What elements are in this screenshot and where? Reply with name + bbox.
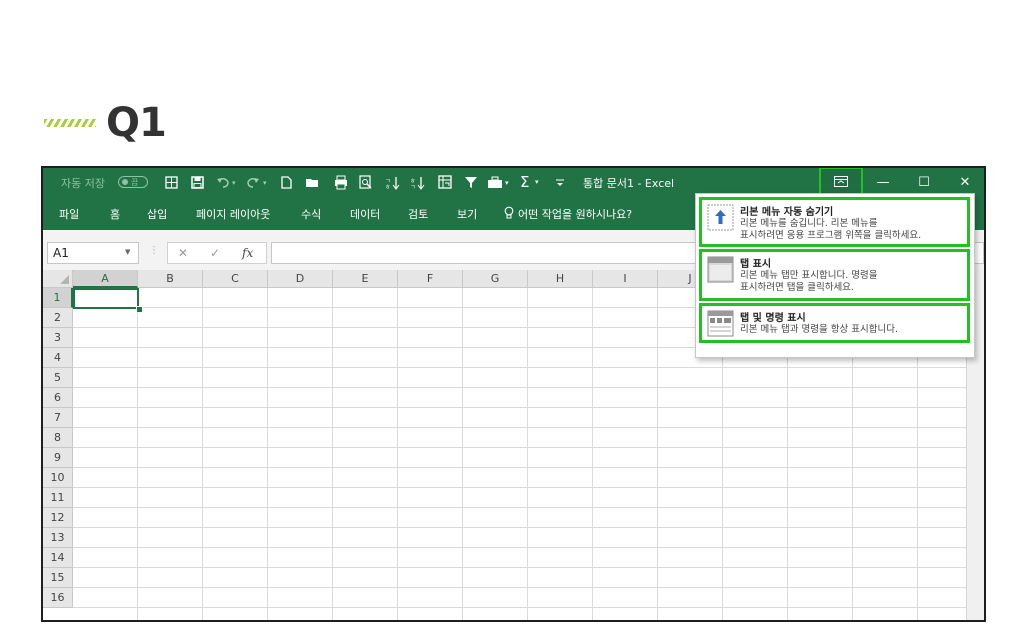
- save-icon[interactable]: [191, 176, 204, 189]
- cancel-icon[interactable]: ✕: [178, 246, 188, 260]
- svg-text:ㅎ: ㅎ: [385, 184, 391, 190]
- redo-icon[interactable]: ▾: [247, 176, 269, 189]
- find-icon[interactable]: [359, 175, 373, 190]
- tab-file[interactable]: 파일: [59, 206, 79, 222]
- select-all-corner[interactable]: [43, 270, 73, 288]
- svg-text:▾: ▾: [535, 178, 539, 186]
- column-header-b[interactable]: B: [138, 270, 203, 288]
- sort-asc-icon[interactable]: ㄱㅎ: [385, 175, 401, 190]
- menu-item-title: 탭 및 명령 표시: [740, 313, 806, 324]
- open-folder-icon[interactable]: [305, 176, 321, 189]
- enter-icon[interactable]: ✓: [210, 246, 220, 260]
- fill-handle[interactable]: [136, 306, 143, 313]
- column-header-a[interactable]: A: [73, 270, 138, 288]
- print-preview-icon[interactable]: [333, 175, 349, 190]
- show-tabs-icon: [707, 256, 734, 283]
- insert-function-icon[interactable]: fx: [242, 246, 253, 260]
- row-header-4[interactable]: 4: [43, 348, 73, 368]
- column-header-i[interactable]: I: [593, 270, 658, 288]
- tab-data[interactable]: 데이터: [350, 206, 380, 222]
- menu-item-title: 리본 메뉴 자동 숨기기: [740, 207, 834, 218]
- row-header-14[interactable]: 14: [43, 548, 73, 568]
- menu-item-show-tabs[interactable]: 탭 표시 리본 메뉴 탭만 표시합니다. 명령을 표시하려면 탭을 클릭하세요.: [699, 249, 970, 301]
- formula-bar-grip: ⋮: [149, 245, 159, 256]
- row-header-13[interactable]: 13: [43, 528, 73, 548]
- question-number: Q1: [106, 100, 167, 146]
- menu-item-description: 리본 메뉴 탭과 명령을 항상 표시합니다.: [740, 324, 898, 335]
- lightbulb-icon: [504, 206, 514, 219]
- column-header-c[interactable]: C: [203, 270, 268, 288]
- menu-item-title: 탭 표시: [740, 259, 772, 270]
- row-header-8[interactable]: 8: [43, 428, 73, 448]
- row-header-9[interactable]: 9: [43, 448, 73, 468]
- sort-desc-icon[interactable]: ㅎㄱ: [410, 175, 426, 190]
- name-box-dropdown-icon[interactable]: ▼: [125, 248, 130, 256]
- svg-text:Σ: Σ: [520, 174, 529, 190]
- document-title: 통합 문서1 - Excel: [583, 176, 675, 190]
- row-header-6[interactable]: 6: [43, 388, 73, 408]
- question-heading: Q1: [44, 100, 167, 146]
- menu-item-show-tabs-and-commands[interactable]: 탭 및 명령 표시 리본 메뉴 탭과 명령을 항상 표시합니다.: [699, 303, 970, 343]
- autosave-state: 끔: [131, 177, 139, 187]
- ribbon-display-options-button[interactable]: [819, 168, 863, 196]
- autosave-toggle[interactable]: 끔: [118, 176, 148, 188]
- filter-icon[interactable]: [464, 175, 478, 190]
- column-header-h[interactable]: H: [528, 270, 593, 288]
- svg-text:ㄱ: ㄱ: [410, 184, 416, 190]
- menu-item-auto-hide-ribbon[interactable]: 리본 메뉴 자동 숨기기 리본 메뉴를 숨깁니다. 리본 메뉴를 표시하려면 응용…: [699, 197, 970, 247]
- svg-text:▾: ▾: [232, 179, 236, 187]
- auto-hide-ribbon-icon: [707, 204, 734, 231]
- active-cell-a1[interactable]: [73, 288, 139, 309]
- svg-text:▾: ▾: [505, 179, 509, 187]
- menu-item-description: 리본 메뉴 탭만 표시합니다. 명령을 표시하려면 탭을 클릭하세요.: [740, 270, 878, 293]
- row-header-3[interactable]: 3: [43, 328, 73, 348]
- column-header-f[interactable]: F: [398, 270, 463, 288]
- customize-qat-icon[interactable]: [555, 177, 565, 188]
- formula-buttons: ✕ ✓ fx: [167, 242, 267, 264]
- tab-home[interactable]: 홈: [110, 206, 120, 222]
- row-header-12[interactable]: 12: [43, 508, 73, 528]
- autosum-icon[interactable]: Σ ▾: [520, 174, 544, 190]
- tab-insert[interactable]: 삽입: [147, 206, 167, 222]
- column-header-e[interactable]: E: [333, 270, 398, 288]
- tab-formulas[interactable]: 수식: [301, 206, 321, 222]
- show-tabs-commands-icon: [707, 310, 734, 337]
- undo-icon[interactable]: ▾: [216, 176, 238, 189]
- table-icon[interactable]: [165, 176, 178, 189]
- autosave-label: 자동 저장: [61, 176, 105, 190]
- row-header-5[interactable]: 5: [43, 368, 73, 388]
- svg-text:▾: ▾: [263, 179, 267, 187]
- row-header-15[interactable]: 15: [43, 568, 73, 588]
- menu-item-description: 리본 메뉴를 숨깁니다. 리본 메뉴를 표시하려면 응용 프로그램 위쪽을 클릭하…: [740, 218, 922, 241]
- ribbon-display-options-menu: 리본 메뉴 자동 숨기기 리본 메뉴를 숨깁니다. 리본 메뉴를 표시하려면 응용…: [695, 193, 975, 358]
- tell-me-box[interactable]: 어떤 작업을 원하시나요?: [518, 206, 632, 222]
- stripe-decoration: [44, 119, 96, 127]
- row-header-2[interactable]: 2: [43, 308, 73, 328]
- pivot-icon[interactable]: [438, 175, 453, 190]
- row-header-1[interactable]: 1: [43, 288, 73, 308]
- column-header-g[interactable]: G: [463, 270, 528, 288]
- ribbon-display-options-icon: [834, 176, 848, 187]
- row-header-11[interactable]: 11: [43, 488, 73, 508]
- row-header-16[interactable]: 16: [43, 588, 73, 608]
- row-header-10[interactable]: 10: [43, 468, 73, 488]
- row-header-7[interactable]: 7: [43, 408, 73, 428]
- new-doc-icon[interactable]: [281, 176, 293, 189]
- tab-review[interactable]: 검토: [408, 206, 428, 222]
- column-header-d[interactable]: D: [268, 270, 333, 288]
- tab-page-layout[interactable]: 페이지 레이아웃: [196, 206, 270, 222]
- tab-view[interactable]: 보기: [457, 206, 477, 222]
- toolbox-icon[interactable]: ▾: [487, 175, 511, 190]
